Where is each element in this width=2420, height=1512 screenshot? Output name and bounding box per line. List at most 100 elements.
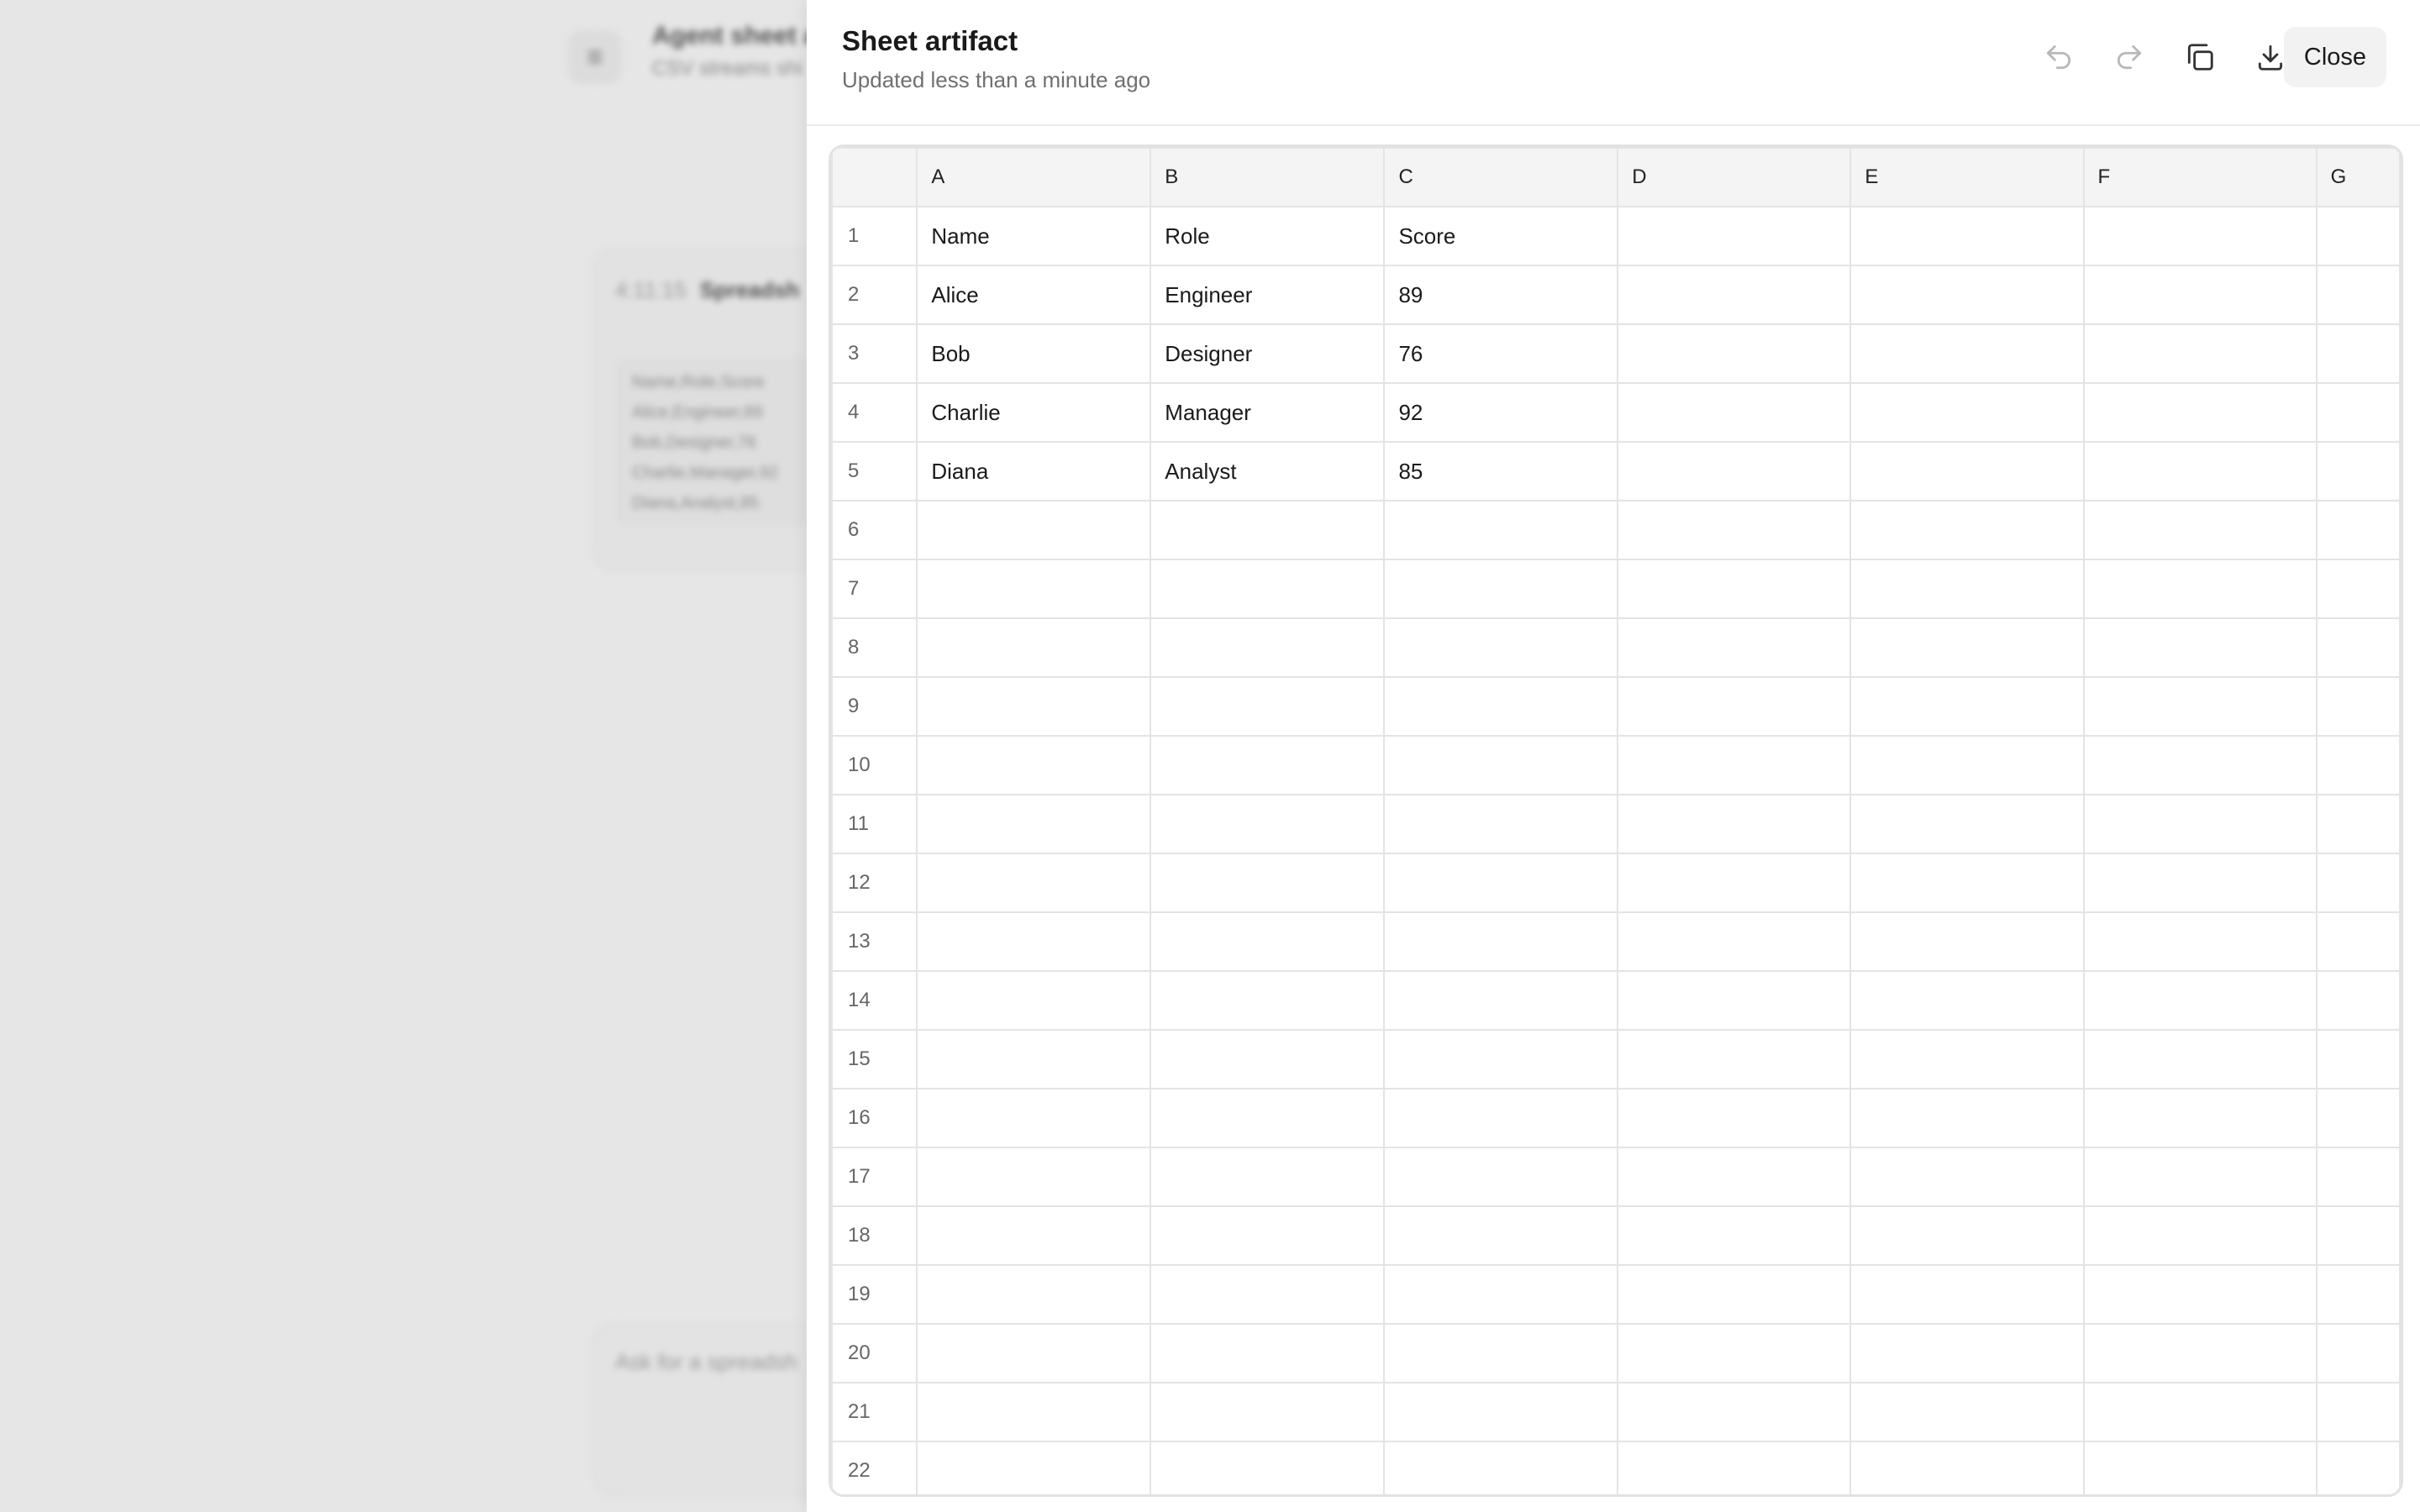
grid-cell[interactable] — [2315, 1264, 2401, 1325]
grid-cell[interactable] — [1617, 735, 1852, 795]
column-header-d[interactable]: D — [1617, 147, 1852, 207]
grid-cell[interactable] — [1383, 617, 1619, 678]
grid-cell[interactable] — [2082, 1147, 2317, 1207]
grid-cell[interactable] — [1150, 617, 1386, 678]
grid-cell[interactable] — [1849, 970, 2085, 1031]
row-number[interactable]: 13 — [831, 911, 918, 972]
grid-cell[interactable] — [1849, 617, 2085, 678]
grid-cell[interactable] — [1150, 1088, 1386, 1148]
grid-cell[interactable] — [1849, 441, 2085, 501]
grid-cell[interactable] — [2315, 970, 2401, 1031]
grid-cell[interactable] — [1383, 1441, 1619, 1494]
grid-cell[interactable] — [1849, 500, 2085, 560]
grid-cell[interactable] — [916, 794, 1152, 854]
grid-cell[interactable] — [1617, 1323, 1852, 1383]
grid-cell[interactable] — [1150, 735, 1386, 795]
row-number[interactable]: 19 — [831, 1264, 918, 1325]
grid-cell[interactable] — [1849, 1088, 2085, 1148]
grid-cell[interactable] — [916, 676, 1152, 737]
grid-cell[interactable] — [2315, 617, 2401, 678]
grid-cell[interactable] — [1617, 853, 1852, 913]
row-number[interactable]: 3 — [831, 323, 918, 384]
row-number[interactable]: 4 — [831, 382, 918, 443]
row-number[interactable]: 2 — [831, 265, 918, 325]
grid-cell[interactable] — [1150, 1147, 1386, 1207]
grid-cell[interactable] — [916, 853, 1152, 913]
column-header-a[interactable]: A — [916, 147, 1152, 207]
row-number[interactable]: 17 — [831, 1147, 918, 1207]
grid-cell[interactable] — [916, 1205, 1152, 1266]
grid-cell[interactable] — [1383, 1264, 1619, 1325]
column-header-b[interactable]: B — [1150, 147, 1386, 207]
grid-cell[interactable] — [1150, 500, 1386, 560]
grid-cell[interactable] — [1849, 853, 2085, 913]
grid-cell[interactable] — [1150, 1382, 1386, 1442]
grid-cell[interactable]: Role — [1150, 206, 1386, 266]
grid-cell[interactable] — [2315, 735, 2401, 795]
column-header-f[interactable]: F — [2082, 147, 2317, 207]
grid-cell[interactable] — [1383, 1323, 1619, 1383]
grid-cell[interactable] — [1383, 970, 1619, 1031]
grid-cell[interactable] — [1150, 970, 1386, 1031]
grid-cell[interactable] — [1617, 500, 1852, 560]
grid-cell[interactable]: 92 — [1383, 382, 1619, 443]
grid-cell[interactable]: Name — [916, 206, 1152, 266]
close-button[interactable]: Close — [2284, 27, 2386, 87]
row-number[interactable]: 6 — [831, 500, 918, 560]
grid-cell[interactable] — [2082, 1029, 2317, 1089]
grid-cell[interactable] — [2082, 617, 2317, 678]
grid-cell[interactable] — [916, 617, 1152, 678]
grid-cell[interactable] — [1849, 323, 2085, 384]
grid-cell[interactable] — [2082, 1205, 2317, 1266]
grid-cell[interactable] — [2082, 1441, 2317, 1494]
grid-cell[interactable] — [916, 1441, 1152, 1494]
select-all-corner[interactable] — [831, 147, 918, 207]
grid-cell[interactable] — [1150, 1029, 1386, 1089]
grid-cell[interactable] — [2315, 206, 2401, 266]
grid-cell[interactable] — [1617, 382, 1852, 443]
grid-cell[interactable] — [1383, 853, 1619, 913]
grid-cell[interactable]: Diana — [916, 441, 1152, 501]
copy-button[interactable] — [2171, 29, 2228, 86]
grid-cell[interactable] — [2315, 911, 2401, 972]
grid-cell[interactable] — [1617, 1441, 1852, 1494]
grid-cell[interactable] — [1617, 441, 1852, 501]
grid-cell[interactable] — [1383, 1029, 1619, 1089]
grid-cell[interactable] — [916, 1029, 1152, 1089]
grid-cell[interactable] — [2082, 441, 2317, 501]
row-number[interactable]: 11 — [831, 794, 918, 854]
grid-cell[interactable] — [2315, 265, 2401, 325]
grid-cell[interactable] — [2315, 441, 2401, 501]
column-header-e[interactable]: E — [1849, 147, 2085, 207]
grid-cell[interactable] — [2082, 559, 2317, 619]
grid-cell[interactable] — [1849, 1205, 2085, 1266]
grid-cell[interactable] — [1849, 794, 2085, 854]
grid-cell[interactable]: Bob — [916, 323, 1152, 384]
grid-cell[interactable] — [1849, 1323, 2085, 1383]
row-number[interactable]: 22 — [831, 1441, 918, 1494]
grid-cell[interactable] — [1849, 1029, 2085, 1089]
grid-cell[interactable] — [1849, 559, 2085, 619]
grid-cell[interactable] — [1617, 559, 1852, 619]
grid-cell[interactable] — [1849, 1147, 2085, 1207]
row-number[interactable]: 20 — [831, 1323, 918, 1383]
row-number[interactable]: 5 — [831, 441, 918, 501]
row-number[interactable]: 7 — [831, 559, 918, 619]
grid-cell[interactable] — [1617, 1205, 1852, 1266]
grid-cell[interactable]: Score — [1383, 206, 1619, 266]
grid-cell[interactable] — [1383, 676, 1619, 737]
grid-cell[interactable] — [1150, 853, 1386, 913]
grid-cell[interactable] — [2082, 265, 2317, 325]
grid-cell[interactable]: Alice — [916, 265, 1152, 325]
grid-cell[interactable] — [2315, 1147, 2401, 1207]
grid-cell[interactable] — [2082, 676, 2317, 737]
grid-cell[interactable] — [1617, 911, 1852, 972]
grid-cell[interactable] — [1150, 1441, 1386, 1494]
grid-cell[interactable] — [916, 559, 1152, 619]
grid-cell[interactable] — [916, 1147, 1152, 1207]
grid-cell[interactable] — [1849, 265, 2085, 325]
grid-cell[interactable] — [2315, 1029, 2401, 1089]
grid-cell[interactable] — [1849, 735, 2085, 795]
grid-cell[interactable] — [2315, 382, 2401, 443]
grid-cell[interactable] — [1617, 676, 1852, 737]
